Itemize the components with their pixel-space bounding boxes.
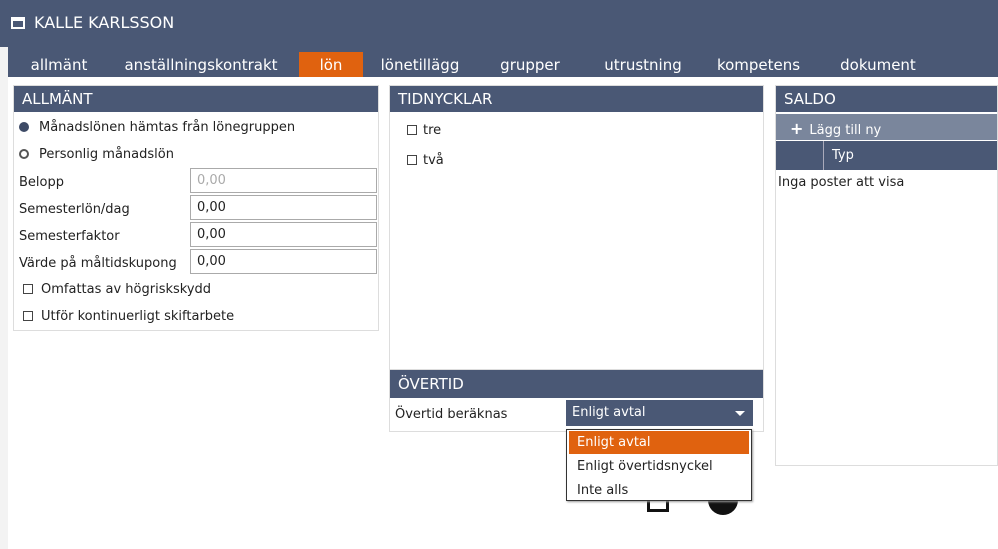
- empty-message: Inga poster att visa: [778, 175, 905, 190]
- saldo-panel: SALDO + Lägg till ny Typ Inga poster att …: [775, 85, 998, 466]
- radio-personlig[interactable]: Personlig månadslön: [19, 147, 174, 162]
- option-enligt-overtidsnyckel[interactable]: Enligt övertidsnyckel: [569, 455, 749, 478]
- tab-anstallningskontrakt[interactable]: anställningskontrakt: [116, 52, 286, 77]
- field-label: Semesterfaktor: [19, 229, 120, 244]
- checkbox-label: tre: [423, 123, 442, 138]
- window-icon: [11, 17, 25, 29]
- column-divider: [823, 141, 824, 170]
- maltidskupong-input[interactable]: 0,00: [190, 249, 377, 274]
- field-label: Belopp: [19, 175, 64, 190]
- radio-icon: [19, 149, 29, 159]
- select-value: Enligt avtal: [572, 405, 646, 420]
- radio-label: Månadslönen hämtas från lönegruppen: [39, 120, 296, 135]
- checkbox-label: Utför kontinuerligt skiftarbete: [41, 309, 235, 324]
- tab-lon[interactable]: lön: [299, 52, 363, 77]
- tidnyckel-tre[interactable]: tre: [407, 123, 441, 138]
- tidnyckel-tva[interactable]: två: [407, 153, 444, 168]
- overtid-select[interactable]: Enligt avtal: [566, 400, 753, 426]
- tidnycklar-panel: TIDNYCKLAR tre två ÖVERTID Övertid beräk…: [389, 85, 764, 432]
- plus-icon: +: [790, 119, 804, 138]
- semesterlon-input[interactable]: 0,00: [190, 195, 377, 220]
- window-title: KALLE KARLSSON: [34, 13, 175, 32]
- chevron-down-icon: [735, 411, 745, 416]
- checkbox-label: Omfattas av högriskskydd: [41, 282, 212, 297]
- radio-selected-icon: [19, 122, 29, 132]
- radio-label: Personlig månadslön: [39, 147, 174, 162]
- saldo-table-header: Typ: [776, 140, 997, 170]
- overtid-row: Övertid beräknas Enligt avtal: [390, 398, 763, 432]
- tab-allmant[interactable]: allmänt: [20, 52, 98, 77]
- overtid-dropdown: Enligt avtal Enligt övertidsnyckel Inte …: [566, 429, 752, 501]
- overtid-label: Övertid beräknas: [395, 407, 508, 422]
- tab-grupper[interactable]: grupper: [492, 52, 568, 77]
- tab-dokument[interactable]: dokument: [833, 52, 923, 77]
- overtid-section: ÖVERTID Övertid beräknas Enligt avtal: [390, 369, 763, 426]
- column-typ[interactable]: Typ: [832, 148, 854, 163]
- saldo-header: SALDO: [776, 86, 997, 112]
- check-hogriskskydd[interactable]: Omfattas av högriskskydd: [23, 282, 211, 297]
- add-new-label: Lägg till ny: [809, 123, 882, 138]
- allmant-header: ALLMÄNT: [14, 86, 378, 112]
- tab-kompetens[interactable]: kompetens: [711, 52, 806, 77]
- tab-lonetillagg[interactable]: lönetillägg: [376, 52, 464, 77]
- tab-bar: allmänt anställningskontrakt lön lönetil…: [8, 47, 998, 77]
- option-inte-alls[interactable]: Inte alls: [569, 479, 749, 502]
- checkbox-icon: [407, 125, 417, 135]
- check-skiftarbete[interactable]: Utför kontinuerligt skiftarbete: [23, 309, 234, 324]
- checkbox-icon: [23, 311, 33, 321]
- tidnycklar-header: TIDNYCKLAR: [390, 86, 763, 112]
- checkbox-icon: [407, 155, 417, 165]
- checkbox-icon: [23, 284, 33, 294]
- overtid-header: ÖVERTID: [390, 370, 763, 398]
- checkbox-label: två: [423, 153, 444, 168]
- semesterfaktor-input[interactable]: 0,00: [190, 222, 377, 247]
- left-gutter: [0, 47, 8, 549]
- add-new-button[interactable]: + Lägg till ny: [776, 112, 997, 140]
- tab-utrustning[interactable]: utrustning: [593, 52, 693, 77]
- field-label: Värde på måltidskupong: [19, 256, 177, 271]
- field-label: Semesterlön/dag: [19, 202, 130, 217]
- option-enligt-avtal[interactable]: Enligt avtal: [569, 431, 749, 454]
- belopp-input[interactable]: 0,00: [190, 168, 377, 193]
- window-title-bar: KALLE KARLSSON: [0, 0, 998, 47]
- allmant-panel: ALLMÄNT Månadslönen hämtas från lönegrup…: [13, 85, 379, 331]
- radio-lonegrupp[interactable]: Månadslönen hämtas från lönegruppen: [19, 120, 295, 135]
